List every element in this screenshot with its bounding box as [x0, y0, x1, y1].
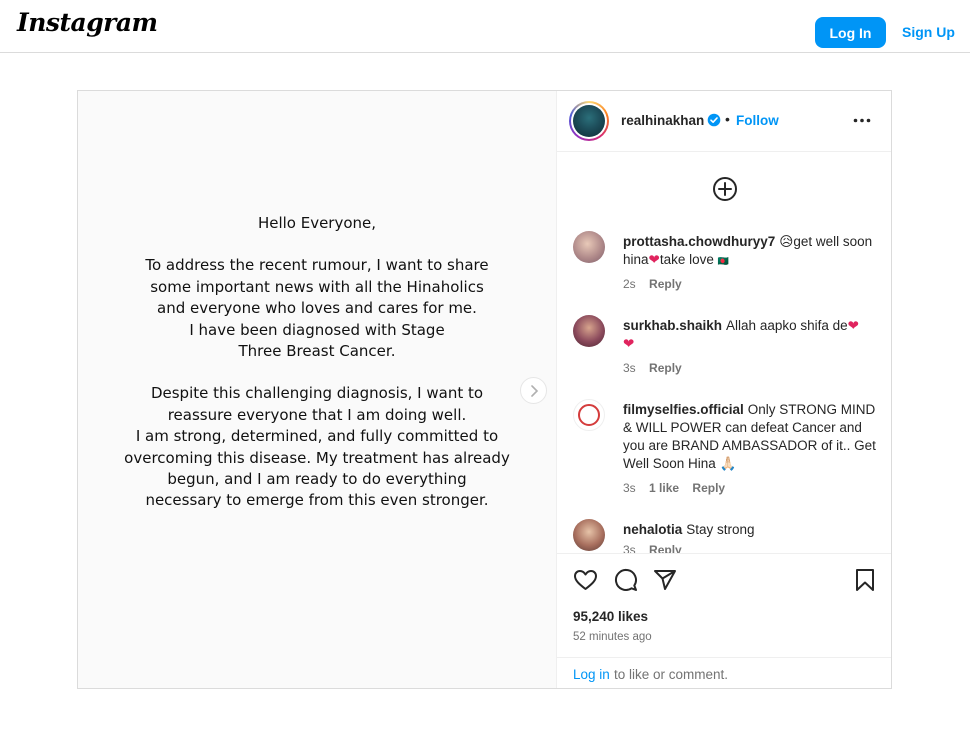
log-in-button[interactable]: Log In [815, 17, 886, 48]
image-line: To address the recent rumour, I want to … [145, 256, 489, 275]
comment-meta: 3s 1 like Reply [623, 481, 735, 495]
image-paragraph-1: To address the recent rumour, I want to … [98, 255, 536, 362]
post-card: Hello Everyone, To address the recent ru… [77, 90, 892, 689]
verified-badge-icon [707, 113, 721, 127]
chevron-right-icon [530, 384, 538, 397]
post-image-text: Hello Everyone, To address the recent ru… [98, 213, 536, 512]
comment-time: 2s [623, 277, 636, 291]
heart-emoji: ❤ [623, 336, 635, 351]
top-bar: Instagram Log In Sign Up [0, 0, 970, 53]
comment-bubble-icon[interactable] [614, 568, 638, 592]
image-line: some important news with all the Hinahol… [150, 277, 484, 296]
image-line: and everyone who loves and cares for me. [157, 299, 477, 318]
reply-button[interactable]: Reply [649, 277, 682, 291]
load-more-comments-icon[interactable] [712, 176, 738, 202]
sign-up-link[interactable]: Sign Up [902, 24, 955, 40]
commenter-username[interactable]: nehalotia [623, 522, 682, 537]
comment-text: filmyselfies.official Only STRONG MIND & … [623, 402, 876, 471]
commenter-avatar[interactable] [573, 231, 605, 263]
comment-text: prottasha.chowdhuryy7 😥get well soon hina… [623, 234, 873, 267]
separator-dot: • [725, 111, 730, 127]
comment-meta: 3s Reply [623, 543, 692, 553]
image-line: Three Breast Cancer. [238, 342, 396, 361]
reply-button[interactable]: Reply [649, 361, 682, 375]
next-slide-button[interactable] [520, 377, 547, 404]
commenter-username[interactable]: filmyselfies.official [623, 402, 744, 417]
image-greeting: Hello Everyone, [257, 214, 377, 232]
login-prompt-text: to like or comment. [614, 667, 729, 682]
post-header: realhinakhan • Follow [557, 91, 891, 152]
image-paragraph-2: Despite this challenging diagnosis, I wa… [98, 383, 536, 511]
comments-list[interactable]: prottasha.chowdhuryy7 😥get well soon hina… [557, 152, 891, 553]
log-in-link[interactable]: Log in [573, 667, 610, 682]
comment-meta: 3s Reply [623, 361, 692, 375]
more-options-icon[interactable] [853, 118, 871, 123]
comment-meta: 2s Reply [623, 277, 692, 291]
commenter-avatar[interactable] [573, 315, 605, 347]
login-prompt: Log in to like or comment. [557, 657, 891, 688]
filmyselfies-logo [578, 404, 600, 426]
post-image[interactable]: Hello Everyone, To address the recent ru… [78, 91, 557, 688]
reply-button[interactable]: Reply [649, 543, 682, 553]
comment-text: surkhab.shaikh Allah aapko shifa de❤ ❤ [623, 318, 859, 351]
comment-time: 3s [623, 361, 636, 375]
author-username[interactable]: realhinakhan [621, 113, 704, 128]
comment-likes[interactable]: 1 like [649, 481, 679, 495]
commenter-avatar[interactable] [573, 519, 605, 551]
image-line: I have been diagnosed with Stage [189, 320, 445, 339]
post-sidebar: realhinakhan • Follow prottasha.chowdhur… [557, 91, 891, 688]
comment-time: 3s [623, 481, 636, 495]
save-bookmark-icon[interactable] [855, 568, 875, 592]
image-line: begun, and I am ready to do everything [167, 470, 467, 489]
image-line: I am strong, determined, and fully commi… [135, 427, 499, 446]
commenter-avatar[interactable] [573, 399, 605, 431]
heart-emoji: ❤ [648, 252, 660, 267]
like-heart-icon[interactable] [573, 568, 598, 592]
commenter-username[interactable]: surkhab.shaikh [623, 318, 722, 333]
image-line: overcoming this disease. My treatment ha… [124, 448, 510, 467]
image-line: reassure everyone that I am doing well. [167, 405, 467, 424]
commenter-username[interactable]: prottasha.chowdhuryy7 [623, 234, 775, 249]
share-send-icon[interactable] [653, 568, 677, 592]
heart-emoji: ❤ [847, 318, 859, 333]
image-line: necessary to emerge from this even stron… [145, 491, 489, 510]
author-avatar[interactable] [569, 101, 609, 141]
likes-count[interactable]: 95,240 likes [573, 609, 648, 624]
comment-text: nehalotia Stay strong [623, 522, 755, 537]
instagram-logo[interactable]: Instagram [17, 8, 158, 37]
reply-button[interactable]: Reply [692, 481, 725, 495]
post-timestamp[interactable]: 52 minutes ago [573, 631, 652, 643]
comment-time: 3s [623, 543, 636, 553]
image-line: Despite this challenging diagnosis, I wa… [150, 384, 484, 403]
follow-button[interactable]: Follow [736, 113, 779, 128]
